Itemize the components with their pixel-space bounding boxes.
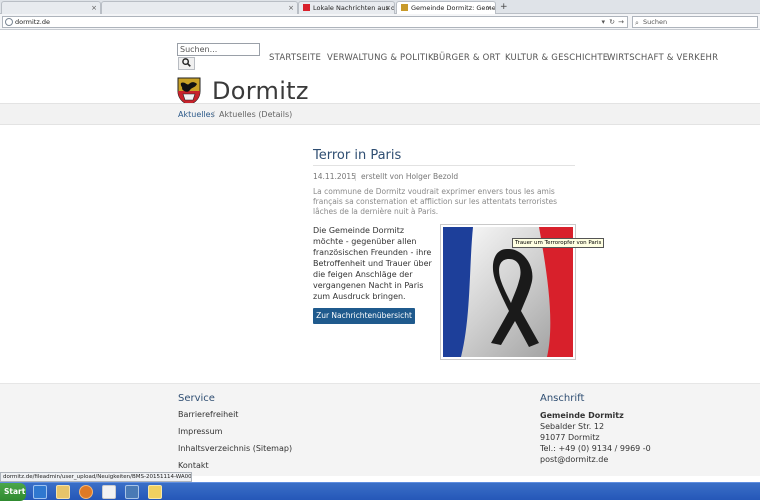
search-icon: ⌕ [635,19,639,27]
title-divider [313,165,575,166]
news-favicon-icon [303,4,310,11]
browser-tab[interactable]: × [1,1,101,14]
close-tab-icon[interactable]: × [288,2,294,14]
footer-link-impressum[interactable]: Impressum [178,427,222,436]
close-tab-icon[interactable]: × [91,2,97,14]
nav-verwaltung-politik[interactable]: VERWALTUNG & POLITIK [327,53,434,63]
breadcrumb: Aktuelles / Aktuelles (Details) [0,103,760,125]
file-explorer-icon[interactable] [56,485,70,499]
nav-wirtschaft-verkehr[interactable]: WIRTSCHAFT & VERKEHR [607,53,718,63]
site-search-input[interactable]: Suchen... [177,43,260,56]
browser-tab[interactable]: × [101,1,298,14]
close-tab-icon[interactable]: × [385,2,391,14]
footer-link-barrierefreiheit[interactable]: Barrierefreiheit [178,410,238,419]
browser-tab-lokale-nachrichten[interactable]: Lokale Nachrichten aus de... × [298,1,395,14]
dormitz-favicon-icon [401,4,408,11]
breadcrumb-current: Aktuelles (Details) [219,110,293,119]
article-body: Die Gemeinde Dormitz möchte - gegenüber … [313,226,432,301]
nav-kultur-geschichte[interactable]: KULTUR & GESCHICHTE [505,53,608,63]
globe-icon [5,18,13,26]
windows-taskbar: Start [0,482,760,501]
footer-link-kontakt[interactable]: Kontakt [178,461,209,470]
footer-link-sitemap[interactable]: Inhaltsverzeichnis (Sitemap) [178,444,292,453]
forward-icon[interactable]: → [618,17,624,27]
dropdown-arrow-icon[interactable]: ▾ [601,17,605,27]
address-name: Gemeinde Dormitz [540,411,624,420]
article-author: erstellt von Holger Bezold [361,172,459,181]
firefox-icon[interactable] [79,485,93,499]
nav-startseite[interactable]: STARTSEITE [269,53,321,63]
browser-tab-gemeinde-dormitz[interactable]: Gemeinde Dormitz: Gemei... × [396,1,496,14]
breadcrumb-aktuelles[interactable]: Aktuelles [178,110,215,119]
app-icon[interactable] [125,485,139,499]
coat-of-arms-icon [177,77,201,106]
footer-address-title: Anschrift [540,393,585,404]
new-tab-plus-icon[interactable]: + [500,1,508,13]
media-player-icon[interactable] [102,485,116,499]
site-search-button[interactable] [178,57,195,70]
browser-status-url: dormitz.de/fileadmin/user_upload/Neuigke… [0,472,192,482]
internet-explorer-icon[interactable] [33,485,47,499]
address-email[interactable]: post@dormitz.de [540,454,608,465]
address-bar[interactable]: dormitz.de ▾ ↻ → [2,16,628,28]
reload-icon[interactable]: ↻ [609,17,615,27]
search-icon [182,58,191,67]
address-city: 91077 Dormitz [540,433,600,442]
article-date: 14.11.2015 [313,172,356,181]
browser-tab-bar: × × Lokale Nachrichten aus de... × Gemei… [0,0,760,14]
nav-buerger-ort[interactable]: BÜRGER & ORT [433,53,500,63]
site-footer [0,383,760,476]
coat-of-arms-logo[interactable] [177,77,201,106]
back-to-news-button[interactable]: Zur Nachrichtenübersicht [313,308,415,324]
browser-nav-bar: dormitz.de ▾ ↻ → ⌕ Suchen [0,14,760,30]
article-intro: La commune de Dormitz voudrait exprimer … [313,187,558,216]
image-tooltip: Trauer um Terroropfer von Paris [512,238,605,248]
meta-separator: | [354,172,357,181]
browser-search-input[interactable]: ⌕ Suchen [632,16,758,28]
site-logo-text[interactable]: Dormitz [212,76,309,106]
address-phone: Tel.: +49 (0) 9134 / 9969 -0 [540,444,651,453]
footer-service-title: Service [178,393,215,404]
address-street: Sebalder Str. 12 [540,422,605,431]
close-tab-icon[interactable]: × [486,2,492,14]
article-title: Terror in Paris [313,148,402,163]
breadcrumb-separator: / [212,110,215,119]
folder-icon[interactable] [148,485,162,499]
start-button[interactable]: Start [0,483,26,501]
